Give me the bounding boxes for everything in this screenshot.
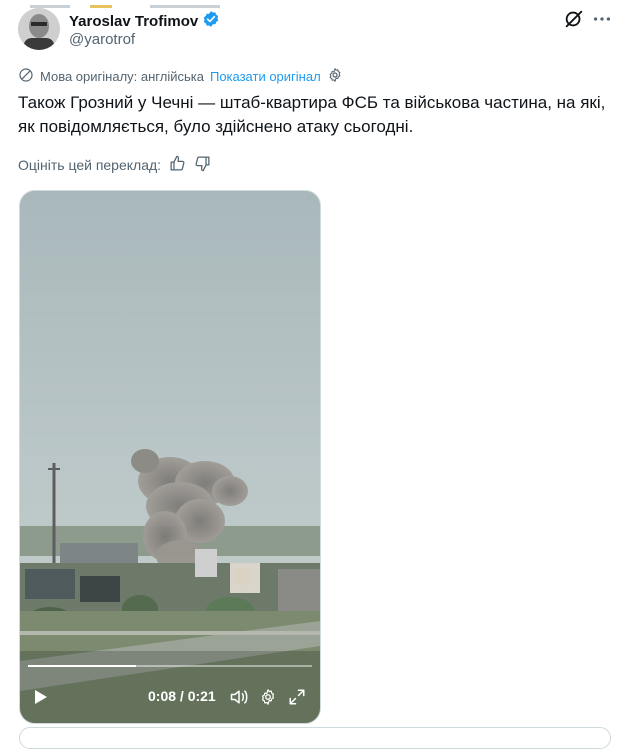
play-icon[interactable] [34,689,48,710]
video-frame [20,191,320,723]
gear-icon[interactable] [327,67,343,86]
thumbs-up-icon[interactable] [169,155,186,175]
thumbs-down-icon[interactable] [194,155,211,175]
video-player[interactable]: 0:08 / 0:21 [19,190,321,724]
previous-tweet-fragment-graphic [30,5,220,8]
volume-icon[interactable] [229,687,249,712]
avatar[interactable] [18,8,60,50]
source-language-label: Мова оригіналу: англійська [40,69,204,84]
video-progress-fill [28,665,136,667]
previous-tweet-fragment [0,0,635,8]
fullscreen-icon[interactable] [288,688,306,711]
video-time: 0:08 / 0:21 [148,688,216,704]
more-options-icon[interactable] [591,8,613,30]
tweet-text: Також Грозний у Чечні — штаб-квартира ФС… [18,93,606,136]
translate-icon [18,67,34,86]
video-settings-gear-icon[interactable] [259,688,277,711]
grok-icon[interactable] [563,8,585,30]
show-original-link[interactable]: Показати оригінал [210,69,321,84]
author-name-row[interactable]: Yaroslav Trofimov [69,10,220,33]
author-name[interactable]: Yaroslav Trofimov [69,13,198,30]
avatar-image [18,8,60,50]
translation-row: Мова оригіналу: англійська Показати ориг… [18,67,343,86]
rate-translation-prompt: Оцініть цей переклад: [18,157,162,173]
next-card-edge [19,727,611,749]
verified-badge-icon [202,10,220,33]
author-handle[interactable]: @yarotrof [69,31,135,48]
rate-translation-row: Оцініть цей переклад: [18,155,211,175]
